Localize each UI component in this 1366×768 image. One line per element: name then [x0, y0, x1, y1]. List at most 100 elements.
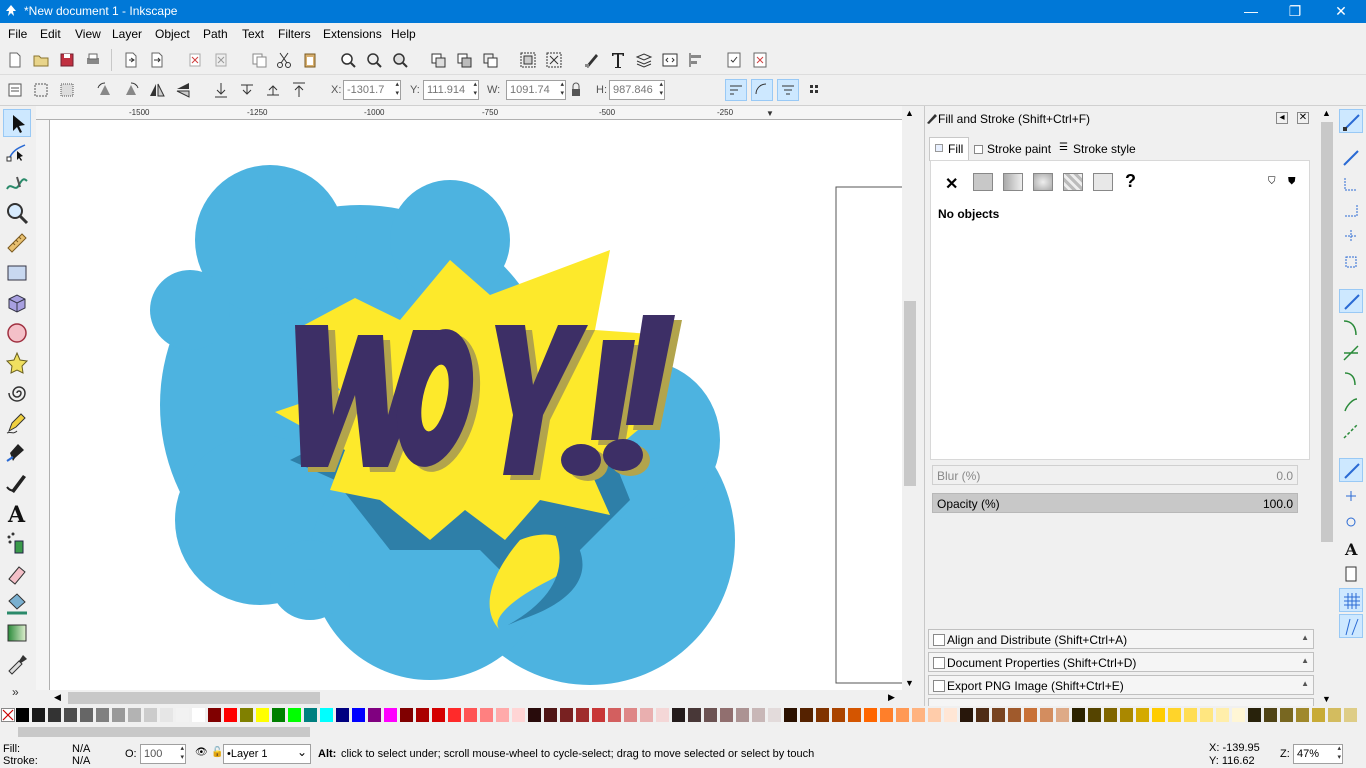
zoom-selection-icon[interactable] — [338, 50, 358, 70]
rotate-cw-icon[interactable] — [121, 80, 141, 100]
layer-visibility-icon[interactable]: 👁 — [195, 747, 208, 758]
xml-editor-icon[interactable] — [660, 50, 680, 70]
scale-corners-icon[interactable] — [751, 79, 773, 101]
palette-swatch[interactable] — [176, 708, 189, 722]
palette-swatch[interactable] — [912, 708, 925, 722]
star-tool[interactable] — [3, 349, 31, 377]
menu-text[interactable]: Text — [242, 27, 264, 41]
palette-swatch[interactable] — [16, 708, 29, 722]
w-field[interactable]: 1091.74 — [506, 80, 566, 100]
snap-bbox-midpoints-icon[interactable] — [1339, 224, 1363, 248]
palette-swatch[interactable] — [672, 708, 685, 722]
palette-swatch[interactable] — [48, 708, 61, 722]
flip-vertical-icon[interactable] — [173, 80, 193, 100]
palette-swatch[interactable] — [384, 708, 397, 722]
snap-nodes-icon[interactable] — [1339, 289, 1363, 313]
palette-swatch[interactable] — [592, 708, 605, 722]
palette-swatch[interactable] — [720, 708, 733, 722]
blur-slider[interactable]: Blur (%) 0.0 — [932, 465, 1298, 485]
panel-iconify-icon[interactable]: ◂ — [1276, 112, 1288, 124]
pattern-icon[interactable] — [1093, 173, 1113, 191]
palette-swatch[interactable] — [1296, 708, 1309, 722]
x-field[interactable]: -1301.7 — [343, 80, 401, 100]
palette-swatch[interactable] — [640, 708, 653, 722]
snap-bbox-edges-icon[interactable] — [1339, 172, 1363, 196]
open-folder-icon[interactable] — [31, 50, 51, 70]
tweak-tool[interactable] — [3, 169, 31, 197]
palette-swatch[interactable] — [1008, 708, 1021, 722]
tab-stroke-paint[interactable]: Stroke paint — [987, 142, 1051, 156]
transform-gradients-icon[interactable] — [777, 79, 799, 101]
clone-icon[interactable] — [454, 50, 474, 70]
palette-swatch[interactable] — [1216, 708, 1229, 722]
ellipse-tool[interactable] — [3, 319, 31, 347]
3d-box-tool[interactable] — [3, 289, 31, 317]
panel-close-icon[interactable]: ✕ — [1297, 112, 1309, 124]
palette-swatch[interactable] — [1056, 708, 1069, 722]
palette-swatch[interactable] — [528, 708, 541, 722]
palette-swatch[interactable] — [448, 708, 461, 722]
import-icon[interactable] — [121, 50, 141, 70]
transform-patterns-icon[interactable] — [805, 80, 825, 100]
palette-swatch[interactable] — [560, 708, 573, 722]
palette-swatch[interactable] — [1088, 708, 1101, 722]
document-properties-icon[interactable] — [750, 50, 770, 70]
scroll-right-icon[interactable]: ▶ — [888, 692, 895, 703]
snap-bbox-centers-icon[interactable] — [1339, 250, 1363, 274]
palette-swatch[interactable] — [256, 708, 269, 722]
palette-swatch[interactable] — [1264, 708, 1277, 722]
palette-swatch[interactable] — [208, 708, 221, 722]
flat-color-icon[interactable] — [973, 173, 993, 191]
calligraphy-tool[interactable] — [3, 469, 31, 497]
menu-object[interactable]: Object — [155, 27, 190, 41]
palette-swatch[interactable] — [1072, 708, 1085, 722]
zoom-tool[interactable] — [3, 199, 31, 227]
palette-swatch[interactable] — [544, 708, 557, 722]
palette-swatch[interactable] — [144, 708, 157, 722]
restore-button[interactable]: ❐ — [1272, 0, 1318, 23]
raise-icon[interactable] — [263, 80, 283, 100]
palette-swatch[interactable] — [848, 708, 861, 722]
lower-to-bottom-icon[interactable] — [211, 80, 231, 100]
palette-swatch[interactable] — [816, 708, 829, 722]
palette-scrollbar[interactable] — [0, 724, 1366, 740]
ungroup-icon[interactable] — [544, 50, 564, 70]
snap-smooth-nodes-icon[interactable] — [1339, 393, 1363, 417]
snap-bbox-corners-icon[interactable] — [1339, 198, 1363, 222]
rotate-ccw-icon[interactable] — [95, 80, 115, 100]
document-properties-dock[interactable]: Document Properties (Shift+Ctrl+D) — [928, 652, 1314, 672]
palette-swatch[interactable] — [128, 708, 141, 722]
no-color-swatch[interactable] — [1, 708, 15, 722]
palette-swatch[interactable] — [192, 708, 205, 722]
cut-icon[interactable] — [274, 50, 294, 70]
palette-scroll-thumb[interactable] — [18, 727, 310, 737]
layer-lock-icon[interactable]: 🔓 — [211, 747, 223, 758]
palette-swatch[interactable] — [32, 708, 45, 722]
snap-object-centers-icon[interactable] — [1339, 484, 1363, 508]
current-layer-select[interactable]: •Layer 1 ⌄ — [223, 744, 311, 764]
fill-rule-evenodd-icon[interactable]: ⛉ — [1268, 176, 1276, 187]
zoom-page-icon[interactable] — [390, 50, 410, 70]
palette-swatch[interactable] — [928, 708, 941, 722]
gradient-tool[interactable] — [3, 619, 31, 647]
node-tool[interactable] — [3, 139, 31, 167]
linear-gradient-icon[interactable] — [1003, 173, 1023, 191]
palette-swatch[interactable] — [496, 708, 509, 722]
palette-swatch[interactable] — [896, 708, 909, 722]
layers-dialog-icon[interactable] — [634, 50, 654, 70]
menu-view[interactable]: View — [75, 27, 101, 41]
menu-file[interactable]: File — [8, 27, 27, 41]
palette-swatch[interactable] — [688, 708, 701, 722]
fill-indicator-value[interactable]: N/A — [72, 743, 90, 755]
menu-path[interactable]: Path — [203, 27, 228, 41]
palette-swatch[interactable] — [464, 708, 477, 722]
palette-swatch[interactable] — [1168, 708, 1181, 722]
palette-swatch[interactable] — [224, 708, 237, 722]
opacity-slider[interactable]: Opacity (%) 100.0 — [932, 493, 1298, 513]
paint-bucket-tool[interactable] — [3, 589, 31, 617]
pen-tool[interactable] — [3, 439, 31, 467]
menu-edit[interactable]: Edit — [40, 27, 61, 41]
palette-swatch[interactable] — [272, 708, 285, 722]
palette-swatch[interactable] — [576, 708, 589, 722]
canvas-vscroll-thumb[interactable] — [904, 301, 916, 486]
